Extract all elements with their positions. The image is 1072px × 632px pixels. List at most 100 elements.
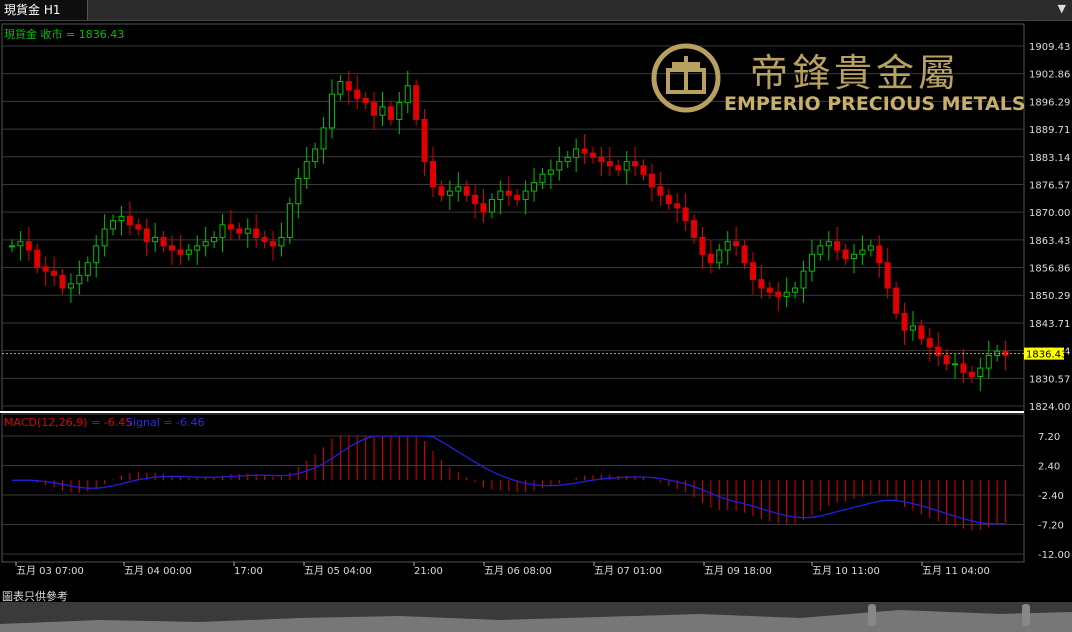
candle-body bbox=[286, 203, 293, 238]
candle-body bbox=[808, 253, 815, 272]
candle-body bbox=[884, 262, 891, 289]
scrollbar[interactable] bbox=[0, 602, 1072, 632]
candle-body bbox=[17, 241, 24, 247]
candle-body bbox=[968, 371, 975, 378]
candle-body bbox=[253, 228, 260, 238]
candle-body bbox=[227, 224, 234, 230]
macd-tick: 2.40 bbox=[1038, 462, 1060, 473]
price-tick: 1824.00 bbox=[1029, 402, 1070, 413]
candle-body bbox=[893, 287, 900, 314]
candle-body bbox=[312, 148, 319, 163]
candle-body bbox=[758, 279, 765, 289]
candle-body bbox=[640, 165, 647, 175]
macd-tick: -7.20 bbox=[1038, 521, 1064, 532]
candle-body bbox=[421, 118, 428, 163]
candle-body bbox=[101, 228, 108, 247]
price-tick: 1850.29 bbox=[1029, 291, 1070, 302]
candle-body bbox=[657, 186, 664, 196]
candle-body bbox=[615, 165, 622, 171]
candle-body bbox=[387, 106, 394, 120]
candle-body bbox=[236, 228, 243, 234]
candle-body bbox=[278, 236, 285, 247]
time-tick: 五月 03 07:00 bbox=[16, 565, 84, 577]
candle-body bbox=[303, 161, 310, 179]
candle-body bbox=[354, 89, 361, 99]
candle-body bbox=[177, 249, 184, 255]
candle-body bbox=[783, 291, 790, 297]
candle-body bbox=[126, 215, 133, 226]
candle-body bbox=[960, 363, 967, 373]
candle-body bbox=[817, 245, 824, 255]
logo-english: EMPERIO PRECIOUS METALS bbox=[724, 93, 1026, 115]
candle-body bbox=[455, 186, 462, 192]
candle-body bbox=[985, 354, 992, 369]
candle-body bbox=[93, 245, 100, 264]
signal-label: Signal = -6.46 bbox=[126, 416, 204, 429]
candle-body bbox=[909, 325, 916, 331]
candle-body bbox=[51, 270, 58, 276]
scroll-handle-left[interactable] bbox=[868, 604, 876, 626]
candle-body bbox=[337, 81, 344, 95]
time-tick: 五月 04 00:00 bbox=[124, 565, 192, 577]
candle-body bbox=[867, 245, 874, 251]
price-tick: 1896.29 bbox=[1029, 97, 1070, 108]
time-axis: 五月 03 07:00 五月 04 00:00 17:00 五月 05 04:00 21… bbox=[15, 562, 990, 577]
candle-body bbox=[648, 173, 655, 188]
candle-body bbox=[34, 249, 41, 268]
company-logo: 帝鋒貴金屬 EMPERIO PRECIOUS METALS bbox=[651, 43, 1026, 115]
candle-body bbox=[505, 190, 512, 196]
candle-body bbox=[84, 262, 91, 276]
candle-body bbox=[547, 169, 554, 175]
candle-body bbox=[413, 85, 420, 120]
candle-body bbox=[480, 203, 487, 213]
candle-body bbox=[539, 173, 546, 184]
candle-body bbox=[531, 182, 538, 192]
time-tick: 五月 06 08:00 bbox=[484, 565, 552, 577]
candle-body bbox=[76, 274, 83, 285]
candle-body bbox=[800, 270, 807, 289]
candle-body bbox=[682, 207, 689, 222]
signal-line bbox=[11, 435, 1006, 525]
candle-body bbox=[665, 194, 672, 205]
candle-body bbox=[952, 363, 959, 366]
candle-body bbox=[143, 228, 150, 243]
candle-body bbox=[261, 236, 268, 243]
candle-body bbox=[430, 161, 437, 188]
chart-svg: 1909.43 1902.86 1896.29 1889.71 1883.14 1876.… bbox=[0, 23, 1070, 577]
candle-body bbox=[379, 106, 386, 116]
candle-body bbox=[328, 93, 335, 129]
candle-body bbox=[295, 177, 302, 205]
price-tick: 1889.71 bbox=[1029, 125, 1070, 136]
candle-body bbox=[632, 161, 639, 167]
candle-body bbox=[160, 236, 167, 247]
candle-body bbox=[556, 161, 563, 171]
candle-body bbox=[463, 186, 470, 196]
candle-body bbox=[834, 241, 841, 251]
ohlc-label: 現貨金 收市 = 1836.43 bbox=[4, 27, 124, 41]
candle-body bbox=[488, 199, 495, 213]
candles bbox=[9, 70, 1009, 392]
macd-tick: -2.40 bbox=[1038, 491, 1064, 502]
time-tick: 21:00 bbox=[414, 566, 443, 577]
time-tick: 17:00 bbox=[234, 566, 263, 577]
macd-tick: -12.00 bbox=[1038, 550, 1070, 561]
candle-body bbox=[185, 249, 192, 255]
candle-body bbox=[152, 236, 159, 243]
candle-body bbox=[438, 186, 445, 196]
candle-body bbox=[42, 266, 49, 272]
candle-body bbox=[497, 190, 504, 201]
candle-body bbox=[446, 190, 453, 196]
candle-body bbox=[859, 249, 866, 255]
candle-body bbox=[901, 312, 908, 331]
candle-body bbox=[371, 102, 378, 116]
time-tick: 五月 09 18:00 bbox=[704, 565, 772, 577]
candle-body bbox=[724, 241, 731, 251]
candle-body bbox=[320, 127, 327, 150]
candle-body bbox=[211, 236, 218, 243]
scroll-handle-right[interactable] bbox=[1022, 604, 1030, 626]
time-tick: 五月 10 11:00 bbox=[812, 565, 880, 577]
candle-body bbox=[926, 338, 933, 348]
time-tick: 五月 07 01:00 bbox=[594, 565, 662, 577]
time-tick: 五月 11 04:00 bbox=[922, 565, 990, 577]
candle-body bbox=[935, 346, 942, 356]
